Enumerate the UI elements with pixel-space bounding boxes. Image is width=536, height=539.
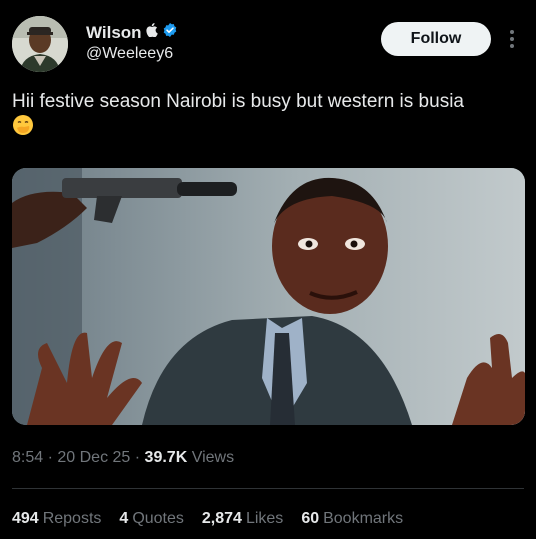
meme-photo bbox=[12, 168, 525, 425]
tweet-date[interactable]: 20 Dec 25 bbox=[57, 449, 130, 466]
likes-label: Likes bbox=[245, 510, 284, 527]
meta-separator: · bbox=[134, 449, 141, 466]
meta-separator: · bbox=[47, 449, 53, 466]
avatar[interactable] bbox=[12, 16, 68, 72]
bookmarks-count: 60 bbox=[301, 510, 320, 527]
reposts-stat[interactable]: 494 Reposts bbox=[12, 510, 101, 528]
reposts-label: Reposts bbox=[42, 510, 102, 527]
hand-over-mouth-emoji bbox=[12, 114, 34, 143]
author-name-row[interactable]: Wilson bbox=[86, 22, 178, 43]
verified-badge-icon bbox=[162, 22, 178, 43]
tweet-media-image[interactable] bbox=[12, 168, 525, 425]
author-name[interactable]: Wilson bbox=[86, 23, 142, 43]
tweet-meta: 8:54 · 20 Dec 25 · 39.7K Views bbox=[12, 449, 234, 467]
apple-icon bbox=[145, 23, 158, 42]
tweet-time[interactable]: 8:54 bbox=[12, 449, 43, 466]
follow-button[interactable]: Follow bbox=[381, 22, 491, 56]
quotes-label: Quotes bbox=[132, 510, 184, 527]
quotes-stat[interactable]: 4 Quotes bbox=[119, 510, 184, 528]
tweet-text-body: Hii festive season Nairobi is busy but w… bbox=[12, 91, 464, 112]
view-count: 39.7K bbox=[144, 449, 188, 466]
more-options-icon[interactable] bbox=[504, 26, 520, 52]
reposts-count: 494 bbox=[12, 510, 39, 527]
views-label: Views bbox=[191, 449, 235, 466]
tweet-text: Hii festive season Nairobi is busy but w… bbox=[12, 89, 527, 143]
engagement-stats: 494 Reposts 4 Quotes 2,874 Likes 60 Bookmark… bbox=[12, 510, 403, 528]
bookmarks-stat[interactable]: 60 Bookmarks bbox=[301, 510, 403, 528]
divider bbox=[12, 488, 524, 489]
author-handle[interactable]: @Weeleey6 bbox=[86, 45, 173, 63]
likes-stat[interactable]: 2,874 Likes bbox=[202, 510, 283, 528]
bookmarks-label: Bookmarks bbox=[323, 510, 404, 527]
likes-count: 2,874 bbox=[201, 510, 242, 527]
avatar-image bbox=[12, 16, 68, 72]
quotes-count: 4 bbox=[119, 510, 129, 527]
